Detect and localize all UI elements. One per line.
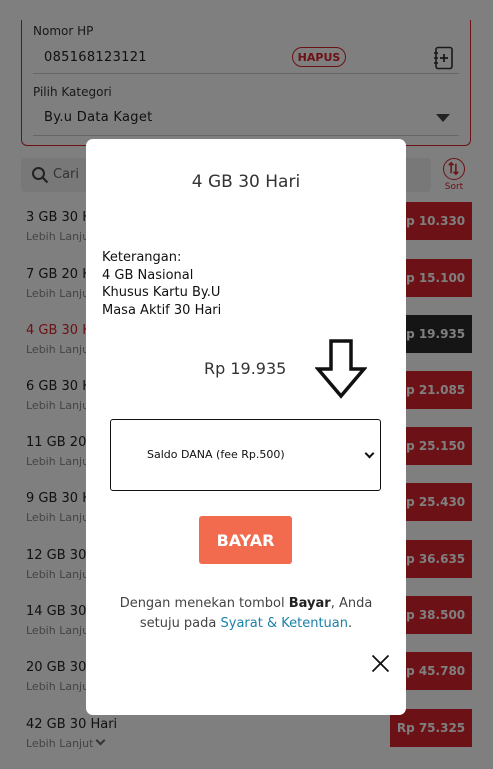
close-icon[interactable]: [371, 654, 390, 673]
chevron-down-icon: [364, 448, 375, 459]
terms-text: Dengan menekan tombol Bayar, Anda setuju…: [119, 596, 373, 631]
package-description: Keterangan: 4 GB Nasional Khusus Kartu B…: [102, 249, 221, 319]
total-amount: Rp 19.935: [204, 359, 287, 378]
arrow-down-icon: [315, 339, 367, 399]
description-heading: Keterangan:: [102, 250, 182, 265]
payment-method-select[interactable]: Saldo DANA (fee Rp.500): [110, 419, 381, 491]
description-line: 4 GB Nasional: [102, 267, 194, 283]
description-line: Khusus Kartu By.U: [102, 285, 221, 300]
terms-link[interactable]: Syarat & Ketentuan: [221, 616, 348, 631]
description-line: Masa Aktif 30 Hari: [102, 302, 222, 318]
terms-bold: Bayar: [288, 596, 331, 611]
modal-title: 4 GB 30 Hari: [191, 172, 301, 192]
payment-method-value: Saldo DANA (fee Rp.500): [147, 448, 285, 461]
pay-button[interactable]: BAYAR: [199, 516, 292, 564]
purchase-modal: 4 GB 30 Hari Keterangan: 4 GB Nasional K…: [86, 139, 406, 715]
